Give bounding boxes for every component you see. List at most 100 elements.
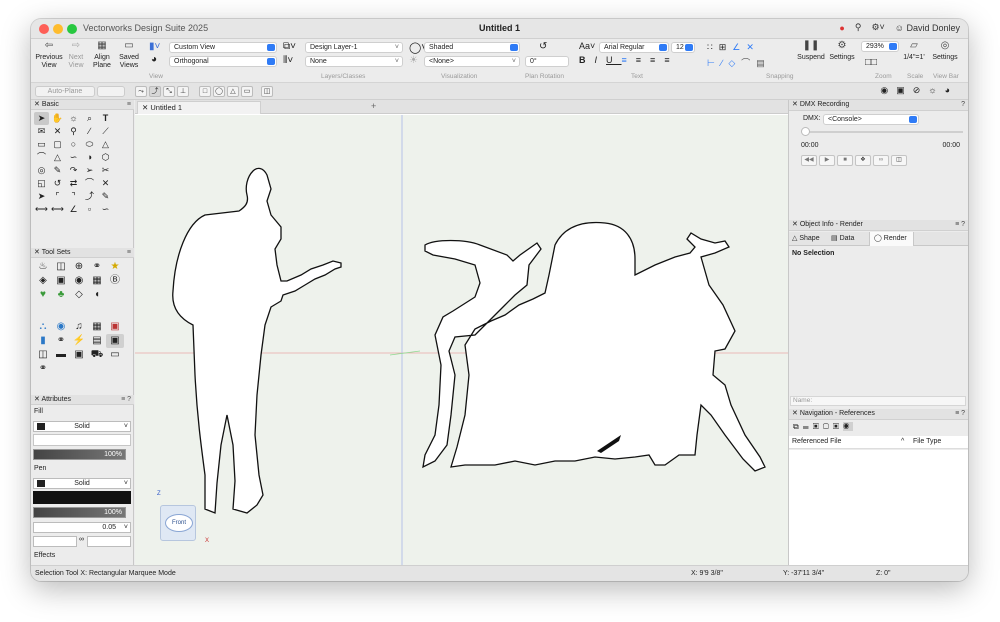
palette-menu-icon[interactable]: ≡: [127, 100, 131, 109]
toolset-layout-icon[interactable]: ▭: [106, 348, 124, 362]
trim-tool-icon[interactable]: ⌝: [66, 190, 81, 203]
snap-angle-icon[interactable]: ∠: [732, 42, 746, 52]
mode-rect-select-icon[interactable]: □: [199, 86, 211, 97]
zoom-tool-icon[interactable]: ⌕: [82, 112, 97, 125]
polyline-tool-icon[interactable]: ◑: [82, 151, 97, 164]
snap-working-plane-icon[interactable]: ◇: [728, 58, 741, 68]
pen-style-select[interactable]: Solid ˅: [33, 478, 131, 489]
toolset-misc-icon[interactable]: ⚭: [34, 362, 52, 376]
auto-plane-button[interactable]: Auto-Plane: [35, 86, 95, 97]
loop-icon[interactable]: ∞: [873, 155, 889, 166]
display-icon[interactable]: ▣: [896, 85, 913, 95]
toolset-seating-icon[interactable]: ▣: [70, 348, 88, 362]
fill-opacity-bar[interactable]: 100%: [33, 449, 126, 460]
next-view-button[interactable]: ⇨ Next View: [65, 41, 87, 70]
tab-data[interactable]: ▤ Data: [831, 234, 854, 242]
connect-tool-icon[interactable]: ✕: [98, 177, 113, 190]
palette-menu-icon[interactable]: ≡ ?: [955, 409, 965, 419]
toolset-sound-icon[interactable]: ♫: [70, 320, 88, 334]
rotate-tool-icon[interactable]: ↺: [50, 177, 65, 190]
search-icon[interactable]: ⚲: [855, 22, 862, 33]
marker-link-icon[interactable]: ∞: [79, 536, 84, 543]
toolset-rigging-icon[interactable]: ▦: [88, 274, 106, 288]
tab-untitled-1[interactable]: ✕ Untitled 1: [137, 101, 261, 114]
toolset-power-icon[interactable]: ⚡: [70, 334, 88, 348]
nav-classes-icon[interactable]: ⧉: [793, 422, 803, 431]
rounded-rect-tool-icon[interactable]: ▢: [50, 138, 65, 151]
font-size-select[interactable]: 12: [671, 42, 695, 53]
nav-layers-icon[interactable]: ☰: [803, 422, 813, 431]
oval-tool-icon[interactable]: ⬭: [82, 138, 97, 151]
view-cube[interactable]: Front: [160, 505, 196, 541]
bend-tool-icon[interactable]: ⤴: [82, 190, 97, 203]
custom-view-select[interactable]: Custom View: [169, 42, 277, 53]
text-tool-icon[interactable]: T: [98, 112, 113, 125]
name-field[interactable]: Name:: [790, 396, 966, 406]
close-icon[interactable]: ✕: [142, 103, 148, 112]
toolset-event-icon[interactable]: ◫: [34, 348, 52, 362]
notifications-icon[interactable]: ●: [839, 23, 844, 33]
toolset-massing-icon[interactable]: ◇: [70, 288, 88, 302]
toolset-console-icon[interactable]: ▤: [88, 334, 106, 348]
nav-sheets-icon[interactable]: ▣: [813, 422, 823, 431]
plane-toggle[interactable]: [97, 86, 125, 97]
snap-edge-icon[interactable]: ▤: [756, 58, 771, 68]
end-marker-select[interactable]: [87, 536, 131, 547]
mode-lasso-icon[interactable]: ⤴: [149, 86, 161, 97]
toolset-stage-icon[interactable]: ▬: [52, 348, 70, 362]
dmx-timeline-knob[interactable]: [801, 127, 810, 136]
flyover-tool-icon[interactable]: ☼: [66, 112, 81, 125]
bold-icon[interactable]: B: [579, 55, 595, 65]
spiral-tool-icon[interactable]: ◎: [34, 164, 49, 177]
dmx-timeline-slider[interactable]: [803, 131, 963, 133]
sort-icon[interactable]: ^: [901, 436, 904, 448]
snap-settings-button[interactable]: ⚙ Settings: [828, 41, 856, 62]
align-left-icon[interactable]: ≡: [622, 55, 636, 65]
toolset-pipe-icon[interactable]: ◉: [52, 320, 70, 334]
arc-tool-icon[interactable]: ⌒: [34, 151, 49, 164]
font-select[interactable]: Arial Regular: [599, 42, 669, 53]
fillet-tool-icon[interactable]: ⌒: [82, 177, 97, 190]
saved-views-button[interactable]: ▭ Saved Views: [117, 41, 141, 70]
active-class-select[interactable]: None ˅: [305, 56, 403, 67]
toolset-3d-icon[interactable]: ⚭: [88, 260, 106, 274]
eyedropper-tool-icon[interactable]: ✎: [50, 164, 65, 177]
snap-object-icon[interactable]: ⊞: [719, 42, 733, 52]
add-tab-icon[interactable]: +: [371, 101, 376, 111]
toolset-visualization-icon[interactable]: ◈: [34, 274, 52, 288]
toolset-media-icon[interactable]: ▣: [106, 334, 124, 348]
attribute-dropper-icon[interactable]: ⚲: [66, 125, 81, 138]
locus-tool-icon[interactable]: ✕: [50, 125, 65, 138]
toolset-lighting-icon[interactable]: ★: [106, 260, 124, 274]
start-marker-select[interactable]: [33, 536, 77, 547]
toolset-vehicle-icon[interactable]: ⛟: [88, 348, 106, 362]
push-pull-tool-icon[interactable]: ➢: [82, 164, 97, 177]
split-tool-icon[interactable]: ➤: [34, 190, 49, 203]
toolset-markup-icon[interactable]: ◖: [88, 288, 106, 302]
mode-single-object-icon[interactable]: ⊥: [177, 86, 189, 97]
chamfer-tool-icon[interactable]: ⌜: [50, 190, 65, 203]
regular-polygon-tool-icon[interactable]: ⬡: [98, 151, 113, 164]
circle-tool-icon[interactable]: ○: [66, 138, 81, 151]
stop-icon[interactable]: ■: [837, 155, 853, 166]
tab-render[interactable]: ◯ Render: [869, 232, 914, 246]
mode-settings-icon[interactable]: ◫: [261, 86, 273, 97]
underline-icon[interactable]: U: [606, 55, 622, 65]
offset-tool-icon[interactable]: ◱: [34, 177, 49, 190]
snap-intersection-icon[interactable]: ✕: [746, 42, 760, 52]
toolset-site-icon[interactable]: ◉: [70, 274, 88, 288]
render-mode-select[interactable]: Shaded: [424, 42, 520, 53]
play-icon[interactable]: ▶: [819, 155, 835, 166]
toolset-detail-icon[interactable]: ▣: [52, 274, 70, 288]
toolset-building-shell-icon[interactable]: ♨: [34, 260, 52, 274]
view-cube-face[interactable]: Front: [165, 514, 193, 532]
projection-select[interactable]: Orthogonal: [169, 56, 277, 67]
record-icon[interactable]: ❖: [855, 155, 871, 166]
nav-symbols-icon[interactable]: ▣: [833, 422, 843, 431]
snap-grid-icon[interactable]: ∷: [707, 42, 719, 52]
dimension-tool-icon[interactable]: ⟷: [34, 203, 49, 216]
line-weight-select[interactable]: 0.05 ˅: [33, 522, 131, 533]
clip-tool-icon[interactable]: ✂: [98, 164, 113, 177]
rectangle-tool-icon[interactable]: ▭: [34, 138, 49, 151]
view-options-icon[interactable]: ◕: [945, 85, 958, 95]
